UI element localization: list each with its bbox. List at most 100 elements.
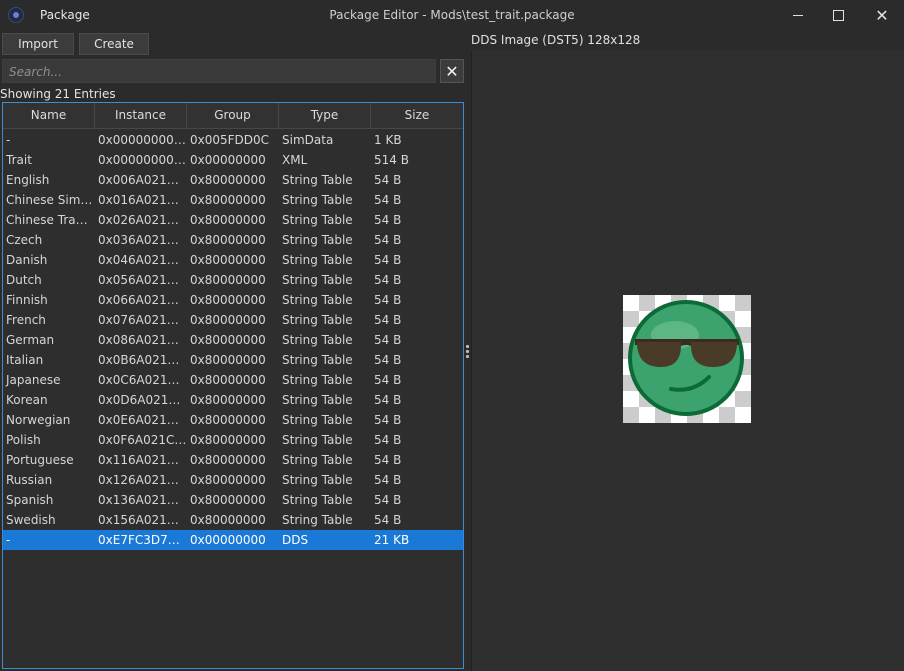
cell-size: 54 B	[374, 413, 402, 427]
cell-group: 0x80000000	[190, 193, 266, 207]
column-header-instance[interactable]: Instance	[95, 103, 187, 128]
search-input[interactable]: Search...	[2, 59, 436, 83]
table-row[interactable]: Swedish 0x156A021C9A...0x80000000 String T…	[3, 510, 463, 530]
table-row[interactable]: Spanish 0x136A021C9A...0x80000000 String T…	[3, 490, 463, 510]
cell-size: 54 B	[374, 353, 402, 367]
cell-name: -	[6, 533, 11, 547]
cell-type: String Table	[282, 213, 353, 227]
cell-group: 0x80000000	[190, 393, 266, 407]
minimize-button[interactable]	[776, 0, 820, 31]
table-row[interactable]: Dutch 0x056A021C9A...0x80000000 String Tab…	[3, 270, 463, 290]
cell-type: String Table	[282, 393, 353, 407]
cell-instance: 0xE7FC3D714A...	[98, 533, 187, 547]
cell-name: Finnish	[6, 293, 48, 307]
cell-type: DDS	[282, 533, 309, 547]
clear-x-icon: ✕	[445, 61, 459, 81]
cell-instance: 0x0F6A021C9A...	[98, 433, 187, 447]
cell-name: Portuguese	[6, 453, 74, 467]
import-button[interactable]: Import	[2, 33, 74, 55]
clear-search-button[interactable]: ✕	[440, 59, 464, 83]
cell-size: 54 B	[374, 333, 402, 347]
cell-type: String Table	[282, 433, 353, 447]
cell-name: Norwegian	[6, 413, 71, 427]
maximize-icon	[832, 10, 844, 21]
cell-name: Chinese Simpl...	[6, 193, 95, 207]
cell-instance: 0x00000000E2...	[98, 153, 187, 167]
cell-name: Italian	[6, 353, 44, 367]
cell-name: Czech	[6, 233, 43, 247]
cell-group: 0x80000000	[190, 453, 266, 467]
cell-group: 0x80000000	[190, 313, 266, 327]
entries-table[interactable]: Name Instance Group Type Size - 0x0000000…	[2, 102, 464, 669]
table-body: - 0x00000000E2...0x005FDD0C SimData 1 KB Tra…	[3, 130, 463, 550]
cell-type: String Table	[282, 473, 353, 487]
cell-name: English	[6, 173, 50, 187]
cell-name: Korean	[6, 393, 48, 407]
table-row[interactable]: Portuguese 0x116A021C9A...0x80000000 Strin…	[3, 450, 463, 470]
cell-type: String Table	[282, 233, 353, 247]
cell-group: 0x80000000	[190, 373, 266, 387]
cell-group: 0x80000000	[190, 513, 266, 527]
cell-size: 54 B	[374, 273, 402, 287]
cell-size: 54 B	[374, 293, 402, 307]
cell-group: 0x00000000	[190, 533, 266, 547]
table-row[interactable]: Korean 0x0D6A021C9... 0x80000000 String Tab…	[3, 390, 463, 410]
cell-group: 0x80000000	[190, 213, 266, 227]
column-header-size[interactable]: Size	[371, 103, 463, 128]
cell-instance: 0x136A021C9A...	[98, 493, 187, 507]
cell-group: 0x80000000	[190, 433, 266, 447]
cell-instance: 0x036A021C9A...	[98, 233, 187, 247]
cell-size: 54 B	[374, 453, 402, 467]
cell-name: Spanish	[6, 493, 54, 507]
column-header-group[interactable]: Group	[187, 103, 279, 128]
cell-name: Polish	[6, 433, 41, 447]
cell-group: 0x80000000	[190, 273, 266, 287]
splitter-handle[interactable]	[466, 345, 470, 359]
cell-type: String Table	[282, 253, 353, 267]
cell-name: -	[6, 133, 11, 147]
table-row[interactable]: English 0x006A021C9A...0x80000000 String T…	[3, 170, 463, 190]
table-row[interactable]: German 0x086A021C9A...0x80000000 String Ta…	[3, 330, 463, 350]
table-row[interactable]: Trait 0x00000000E2...0x00000000 XML 514 B	[3, 150, 463, 170]
table-row[interactable]: Finnish 0x066A021C9A...0x80000000 String T…	[3, 290, 463, 310]
cell-instance: 0x0E6A021C9A...	[98, 413, 187, 427]
table-row[interactable]: Danish 0x046A021C9A...0x80000000 String Ta…	[3, 250, 463, 270]
table-row[interactable]: Italian 0x0B6A021C9... 0x80000000 String Ta…	[3, 350, 463, 370]
table-row[interactable]: Czech 0x036A021C9A...0x80000000 String Tab…	[3, 230, 463, 250]
cell-name: Swedish	[6, 513, 56, 527]
cell-size: 514 B	[374, 153, 409, 167]
table-row[interactable]: - 0xE7FC3D714A...0x00000000 DDS 21 KB	[3, 530, 463, 550]
cell-instance: 0x026A021C9A...	[98, 213, 187, 227]
cell-size: 54 B	[374, 513, 402, 527]
column-header-type[interactable]: Type	[279, 103, 371, 128]
cell-instance: 0x086A021C9A...	[98, 333, 187, 347]
table-row[interactable]: Polish 0x0F6A021C9A...0x80000000 String Ta…	[3, 430, 463, 450]
cell-size: 54 B	[374, 433, 402, 447]
cell-size: 54 B	[374, 173, 402, 187]
preview-label: DDS Image (DST5) 128x128	[471, 33, 641, 47]
cell-size: 54 B	[374, 213, 402, 227]
close-window-button[interactable]: ✕	[860, 0, 904, 31]
close-icon: ✕	[875, 5, 889, 25]
cell-size: 54 B	[374, 373, 402, 387]
maximize-button[interactable]	[816, 0, 860, 31]
cell-name: Chinese Tradit...	[6, 213, 95, 227]
create-button[interactable]: Create	[79, 33, 149, 55]
table-row[interactable]: French 0x076A021C9A...0x80000000 String Ta…	[3, 310, 463, 330]
table-row[interactable]: - 0x00000000E2...0x005FDD0C SimData 1 KB	[3, 130, 463, 150]
cell-instance: 0x156A021C9A...	[98, 513, 187, 527]
cell-type: String Table	[282, 173, 353, 187]
table-row[interactable]: Chinese Simpl...0x016A021C9A...0x8000000…	[3, 190, 463, 210]
cell-group: 0x80000000	[190, 233, 266, 247]
cell-size: 54 B	[374, 253, 402, 267]
cell-size: 54 B	[374, 393, 402, 407]
table-row[interactable]: Norwegian 0x0E6A021C9A...0x80000000 String…	[3, 410, 463, 430]
table-row[interactable]: Russian 0x126A021C9A...0x80000000 String T…	[3, 470, 463, 490]
table-row[interactable]: Chinese Tradit...0x026A021C9A...0x800000…	[3, 210, 463, 230]
cell-name: German	[6, 333, 55, 347]
dds-image-preview	[623, 295, 751, 423]
table-row[interactable]: Japanese 0x0C6A021C9... 0x80000000 String T…	[3, 370, 463, 390]
column-header-name[interactable]: Name	[3, 103, 95, 128]
cell-group: 0x80000000	[190, 473, 266, 487]
cell-size: 54 B	[374, 493, 402, 507]
